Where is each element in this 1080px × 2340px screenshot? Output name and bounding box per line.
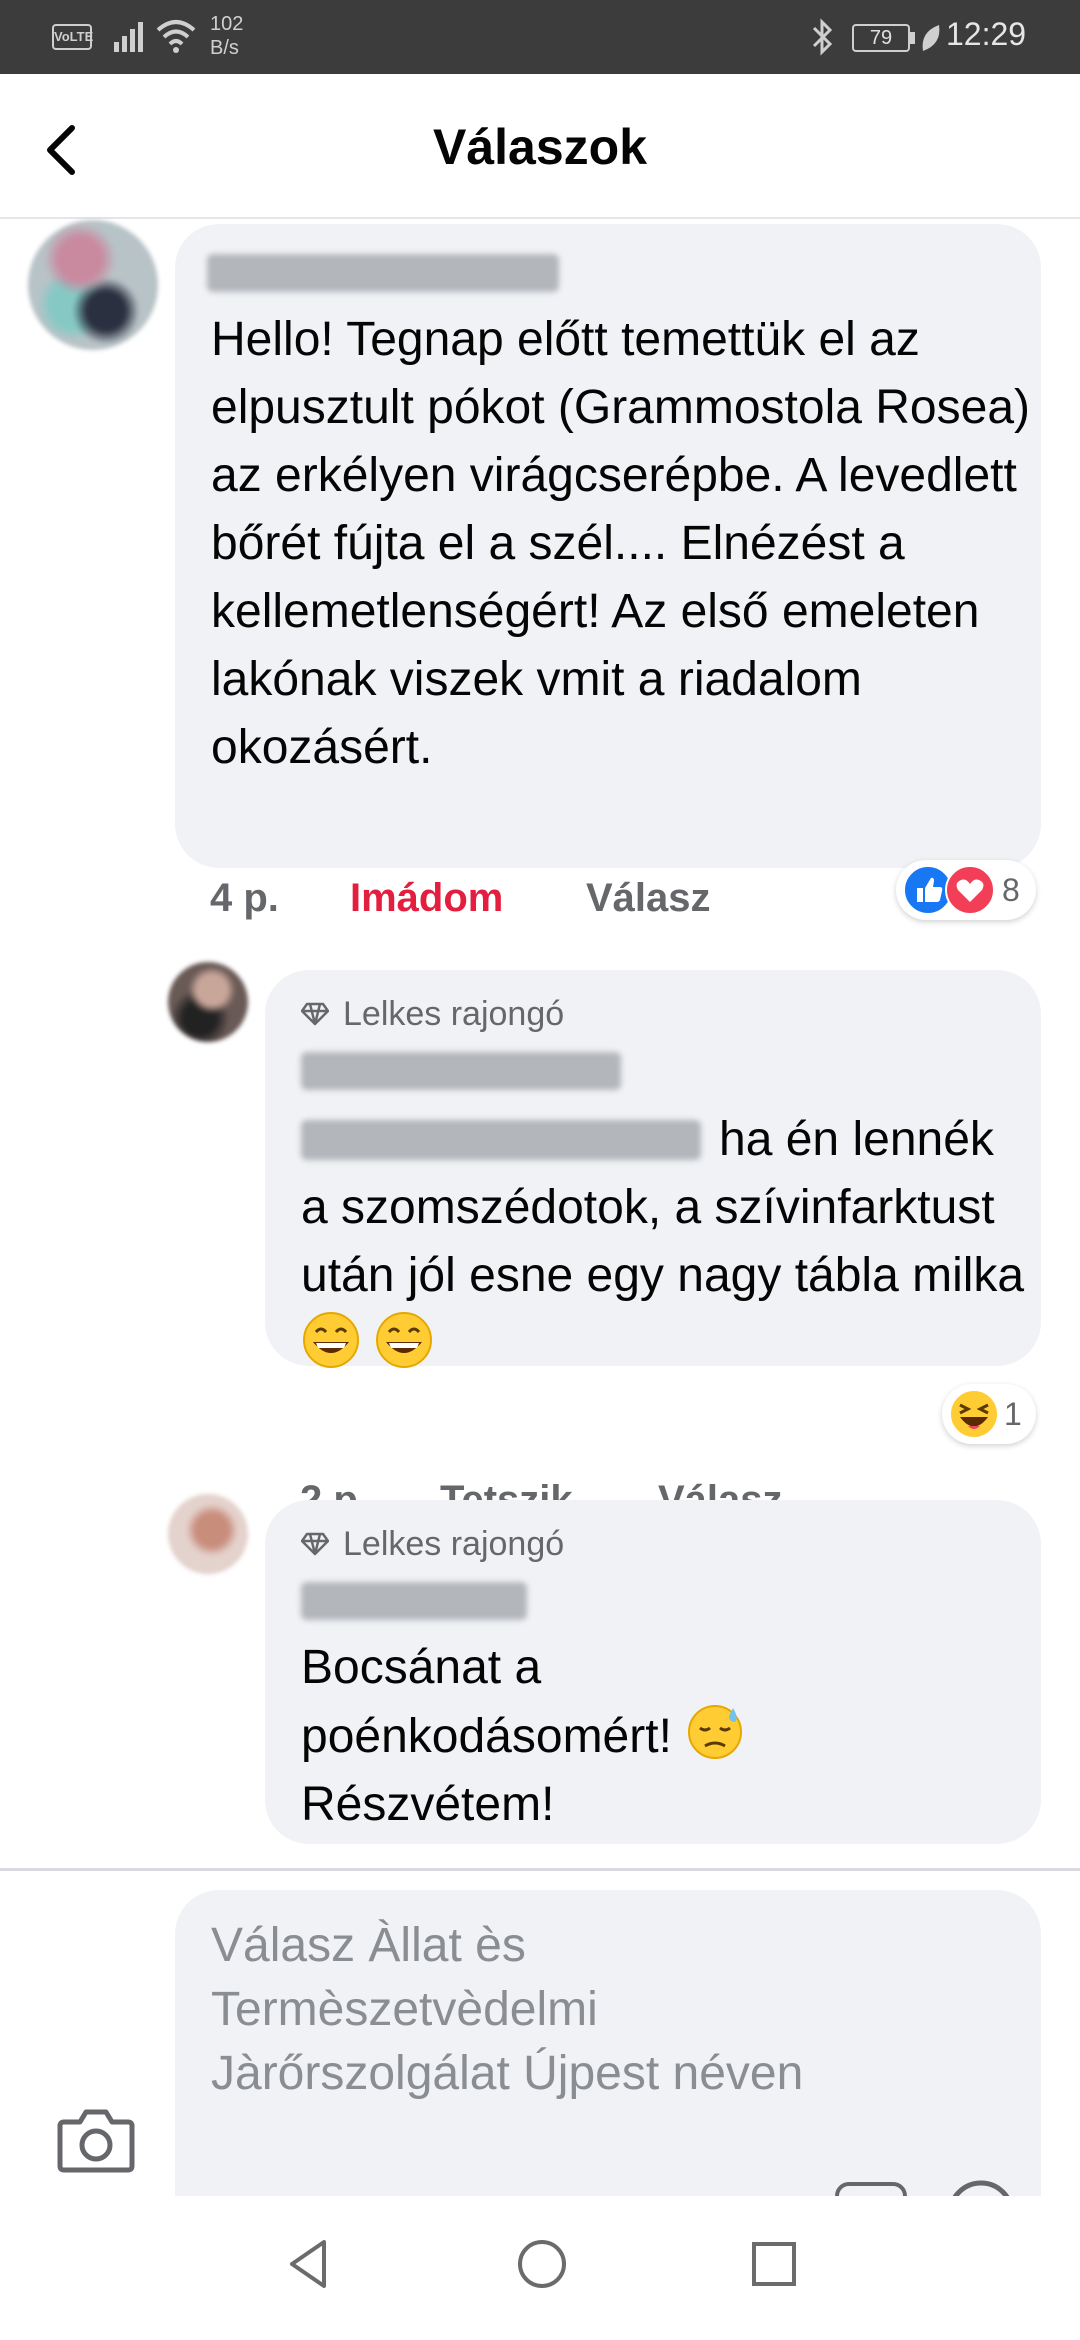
battery-icon: 79: [852, 24, 910, 52]
grinning-face-icon: [303, 1312, 359, 1368]
avatar[interactable]: [28, 220, 158, 350]
clock: 12:29: [946, 16, 1027, 52]
reaction-summary[interactable]: 1: [942, 1384, 1036, 1444]
comment-actions: 4 p. Imádom Válasz: [210, 876, 810, 932]
grinning-face-icon: [376, 1312, 433, 1368]
downcast-sweat-face-icon: [688, 1705, 743, 1759]
author-name-redacted[interactable]: [301, 1582, 527, 1620]
avatar[interactable]: [168, 962, 248, 1042]
reaction-count: 8: [1002, 871, 1020, 908]
love-reaction-icon: [945, 865, 995, 915]
volte-indicator: VoLTE: [52, 24, 93, 50]
comment-bubble[interactable]: Lelkes rajongó Bocsánat a poénkodásomért…: [265, 1500, 1041, 1844]
avatar[interactable]: [168, 1494, 248, 1574]
author-name-redacted[interactable]: [301, 1052, 621, 1090]
reaction-summary[interactable]: 8: [896, 860, 1036, 920]
nav-recent-icon[interactable]: [744, 2234, 804, 2294]
comment-time: 4 p.: [210, 876, 279, 920]
mention-redacted[interactable]: [301, 1120, 701, 1160]
nav-back-icon[interactable]: [280, 2234, 340, 2294]
header-divider: [0, 217, 1080, 219]
comment-bubble[interactable]: Hello! Tegnap előtt temettük el az elpus…: [175, 224, 1041, 868]
replies-sheet: Válaszok Hello! Tegnap előtt temettük el…: [0, 74, 1080, 2340]
camera-icon[interactable]: [56, 2104, 136, 2176]
comment-text: Hello! Tegnap előtt temettük el az elpus…: [211, 313, 1030, 774]
love-button[interactable]: Imádom: [350, 876, 503, 921]
net-speed: 102 B/s: [210, 13, 244, 59]
reply-input[interactable]: Válasz Àllat ès Termèszetvèdelmi Jàrőrsz…: [211, 1914, 811, 2106]
diamond-icon: [301, 1532, 329, 1556]
bluetooth-icon: [812, 18, 833, 56]
signal-icon: [114, 22, 143, 52]
composer-divider: [0, 1868, 1080, 1871]
author-name-redacted[interactable]: [207, 254, 559, 292]
haha-reaction-icon: [949, 1389, 999, 1439]
fan-badge: Lelkes rajongó: [301, 1522, 564, 1566]
leaf-icon: [922, 25, 940, 51]
fan-badge: Lelkes rajongó: [301, 992, 564, 1036]
comment-text: Bocsánat a poénkodásomért! Részvétem!: [301, 1634, 1021, 1839]
nav-home-icon[interactable]: [512, 2234, 572, 2294]
status-bar: VoLTE 102 B/s 79 12:29: [0, 0, 1080, 74]
reply-button[interactable]: Válasz: [586, 876, 711, 921]
header: Válaszok: [0, 74, 1080, 219]
page-title: Válaszok: [432, 119, 647, 175]
comment-bubble[interactable]: Lelkes rajongó ha én lennék a szomszédot…: [265, 970, 1041, 1368]
diamond-icon: [301, 1002, 329, 1026]
battery-tip: [910, 32, 915, 44]
reaction-count: 1: [1004, 1395, 1022, 1432]
system-navbar: [0, 2196, 1080, 2340]
wifi-icon: [156, 20, 196, 53]
